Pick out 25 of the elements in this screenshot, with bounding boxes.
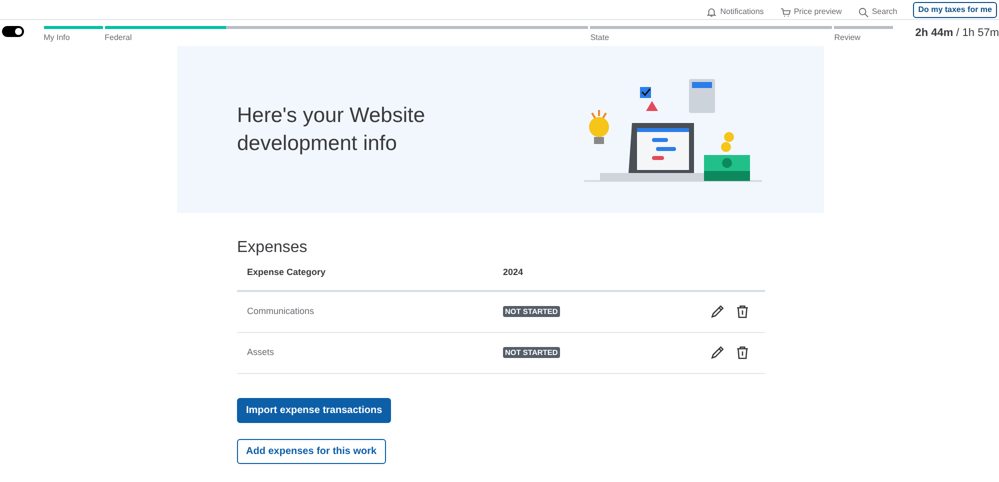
- table-cell-text: Assets: [247, 346, 276, 359]
- search-icon[interactable]: [858, 6, 869, 18]
- column-header: Expense Category: [247, 266, 327, 280]
- column-header: 2024: [503, 266, 524, 280]
- trash-icon: [735, 345, 750, 360]
- step-label: Federal: [104, 32, 133, 44]
- hero-title: Here's your Website development info: [237, 103, 426, 156]
- toggle-switch[interactable]: [2, 26, 24, 37]
- nav-link[interactable]: Notifications: [720, 6, 764, 18]
- trash-icon: [735, 304, 750, 320]
- step-label: State: [590, 32, 610, 44]
- pencil-icon: [710, 304, 725, 320]
- step-label: My Info: [44, 32, 71, 44]
- cart-icon[interactable]: [780, 6, 791, 18]
- bell-icon[interactable]: [706, 6, 718, 18]
- do-taxes-button[interactable]: Do my taxes for me: [913, 2, 997, 18]
- action-button[interactable]: Import expense transactions: [237, 398, 392, 423]
- nav-link[interactable]: Price preview: [794, 6, 842, 18]
- time-estimate: 2h 44m / 1h 57m: [915, 26, 999, 41]
- section-heading: Expenses: [237, 238, 308, 258]
- pencil-icon: [710, 345, 725, 360]
- nav-link[interactable]: Search: [872, 6, 898, 18]
- action-button[interactable]: Add expenses for this work: [237, 438, 386, 464]
- table-cell-text: Communications: [247, 304, 316, 318]
- step-label: Review: [834, 32, 862, 44]
